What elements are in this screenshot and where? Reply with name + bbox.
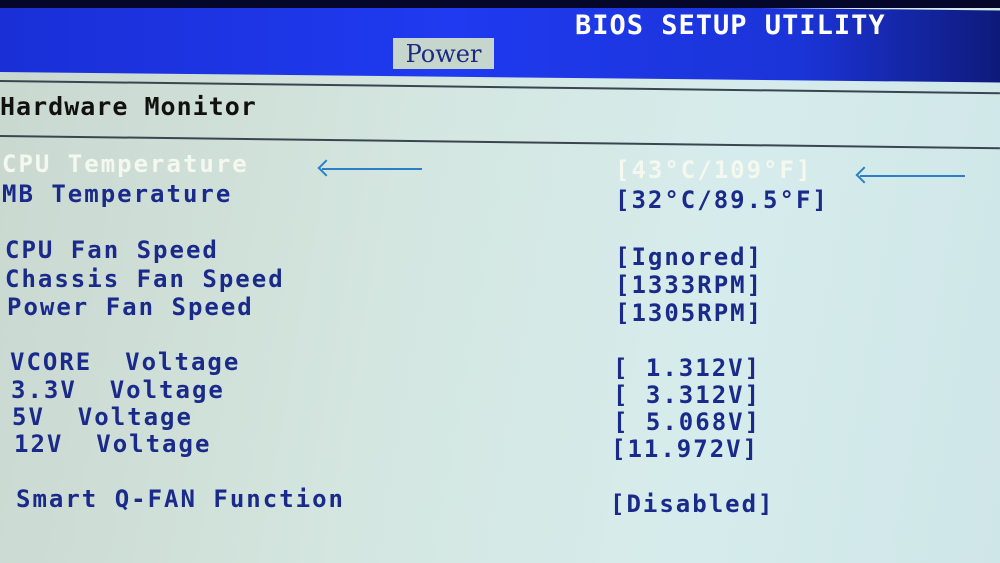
tab-power[interactable]: Power [393, 38, 494, 69]
item-label-3-3v-voltage[interactable]: 3.3V Voltage [11, 376, 225, 404]
item-value-smart-qfan-function[interactable]: [Disabled] [610, 490, 775, 518]
item-value-mb-temperature: [32°C/89.5°F] [615, 186, 829, 214]
item-label-cpu-fan-speed[interactable]: CPU Fan Speed [5, 236, 219, 264]
item-label-smart-qfan-function[interactable]: Smart Q-FAN Function [16, 485, 345, 513]
bios-screen: BIOS SETUP UTILITY Power Hardware Monito… [0, 0, 1000, 563]
left-arrow-icon [860, 175, 965, 177]
item-value-chassis-fan-speed: [1333RPM] [615, 271, 764, 299]
item-value-5v-voltage: [ 5.068V] [613, 408, 762, 436]
item-value-12v-voltage: [11.972V] [611, 435, 760, 463]
item-label-mb-temperature[interactable]: MB Temperature [2, 180, 232, 208]
item-value-vcore-voltage: [ 1.312V] [613, 354, 762, 382]
item-value-cpu-fan-speed: [Ignored] [615, 243, 764, 271]
item-label-chassis-fan-speed[interactable]: Chassis Fan Speed [5, 265, 285, 293]
section-title: Hardware Monitor [0, 92, 257, 121]
item-label-cpu-temperature[interactable]: CPU Temperature [2, 150, 249, 178]
bios-title: BIOS SETUP UTILITY [575, 10, 886, 41]
item-value-power-fan-speed: [1305RPM] [615, 299, 764, 327]
left-arrow-icon [322, 168, 422, 170]
item-label-power-fan-speed[interactable]: Power Fan Speed [7, 293, 254, 321]
item-label-5v-voltage[interactable]: 5V Voltage [12, 403, 193, 431]
item-value-3-3v-voltage: [ 3.312V] [613, 381, 762, 409]
divider-section [0, 135, 1000, 150]
item-label-vcore-voltage[interactable]: VCORE Voltage [10, 348, 240, 376]
header-top-edge [0, 0, 1000, 8]
item-label-12v-voltage[interactable]: 12V Voltage [14, 430, 211, 458]
item-value-cpu-temperature: [43°C/109°F] [615, 156, 813, 184]
